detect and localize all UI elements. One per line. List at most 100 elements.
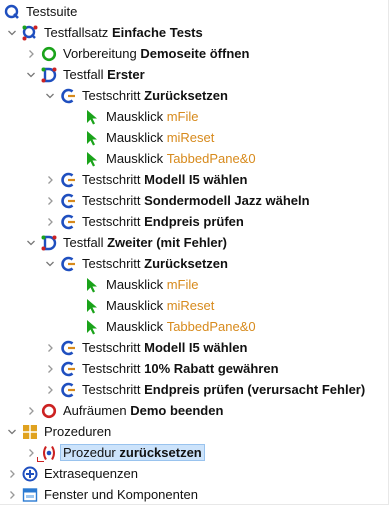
node-prefix: Testfall: [63, 67, 104, 82]
node-target: mFile: [166, 109, 199, 124]
node-label: Extrasequenzen: [44, 466, 138, 481]
tree-node-teststep[interactable]: Testschritt Zurücksetzen: [44, 253, 228, 274]
node-prefix: Prozedur: [63, 445, 116, 460]
node-prefix: Testschritt: [82, 361, 141, 376]
tree-node-procedures[interactable]: Prozeduren: [6, 421, 111, 442]
tree-node-teststep[interactable]: Testschritt Modell I5 wählen: [44, 169, 247, 190]
testcase-set-icon: [22, 25, 38, 41]
node-label: Testsuite: [26, 4, 78, 19]
node-name: Einfache Tests: [111, 25, 203, 40]
chevron-right-icon[interactable]: [25, 405, 37, 417]
tree-node-testcase-2[interactable]: Testfall Zweiter (mit Fehler): [25, 232, 227, 253]
mouse-click-icon: [84, 151, 100, 167]
chevron-right-icon[interactable]: [6, 468, 18, 480]
chevron-right-icon[interactable]: [44, 174, 56, 186]
teststep-icon: [60, 172, 76, 188]
node-name: Modell I5 wählen: [144, 340, 248, 355]
tree-node-mouse-click[interactable]: Mausklick mFile: [84, 106, 198, 127]
node-prefix: Testschritt: [82, 340, 141, 355]
mouse-click-icon: [84, 319, 100, 335]
node-prefix: Testschritt: [82, 382, 141, 397]
node-name: Endpreis prüfen: [144, 214, 244, 229]
node-name: Zurücksetzen: [144, 88, 228, 103]
chevron-right-icon[interactable]: [44, 384, 56, 396]
tree-node-teststep[interactable]: Testschritt Zurücksetzen: [44, 85, 228, 106]
chevron-down-icon[interactable]: [6, 426, 18, 438]
chevron-right-icon[interactable]: [44, 195, 56, 207]
teststep-icon: [60, 340, 76, 356]
tree-node-testcase-1[interactable]: Testfall Erster: [25, 64, 145, 85]
tree-node-teststep[interactable]: Testschritt Sondermodell Jazz wäheln: [44, 190, 310, 211]
node-prefix: Testschritt: [82, 256, 141, 271]
tree-node-testcase-set[interactable]: Testfallsatz Einfache Tests: [6, 22, 203, 43]
procedures-icon: [22, 424, 38, 440]
node-prefix: Mausklick: [106, 319, 164, 334]
chevron-down-icon[interactable]: [44, 90, 56, 102]
node-prefix: Testfall: [63, 235, 104, 250]
node-prefix: Testschritt: [82, 88, 141, 103]
tree-node-teststep[interactable]: Testschritt Endpreis prüfen: [44, 211, 244, 232]
node-name: Modell I5 wählen: [144, 172, 248, 187]
mouse-click-icon: [84, 298, 100, 314]
teststep-icon: [60, 214, 76, 230]
node-label: Prozeduren: [44, 424, 112, 439]
node-prefix: Vorbereitung: [63, 46, 137, 61]
tree-node-teststep[interactable]: Testschritt 10% Rabatt gewähren: [44, 358, 279, 379]
chevron-right-icon[interactable]: [44, 363, 56, 375]
node-prefix: Mausklick: [106, 298, 164, 313]
node-name: Sondermodell Jazz wäheln: [144, 193, 310, 208]
tree-node-mouse-click[interactable]: Mausklick miReset: [84, 295, 214, 316]
tree-node-mouse-click[interactable]: Mausklick miReset: [84, 127, 214, 148]
node-name: zurücksetzen: [119, 445, 202, 460]
node-name: Erster: [107, 67, 145, 82]
node-name: Zurücksetzen: [144, 256, 228, 271]
chevron-down-icon[interactable]: [25, 69, 37, 81]
node-prefix: Mausklick: [106, 151, 164, 166]
mouse-click-icon: [84, 109, 100, 125]
teststep-icon: [60, 256, 76, 272]
error-marker-icon: [37, 457, 44, 462]
testsuite-icon: [4, 4, 20, 20]
teststep-icon: [60, 361, 76, 377]
chevron-down-icon[interactable]: [25, 237, 37, 249]
node-prefix: Mausklick: [106, 130, 164, 145]
node-name: Endpreis prüfen (verursacht Fehler): [144, 382, 366, 397]
tree-node-mouse-click[interactable]: Mausklick TabbedPane&0: [84, 148, 256, 169]
chevron-right-icon[interactable]: [44, 216, 56, 228]
chevron-right-icon[interactable]: [25, 447, 37, 459]
node-name: Demo beenden: [130, 403, 224, 418]
node-name: 10% Rabatt gewähren: [144, 361, 279, 376]
tree-node-mouse-click[interactable]: Mausklick TabbedPane&0: [84, 316, 256, 337]
tree-node-procedure[interactable]: Prozedur zurücksetzen: [25, 442, 205, 463]
tree-node-cleanup[interactable]: Aufräumen Demo beenden: [25, 400, 223, 421]
testcase-icon: [41, 67, 57, 83]
chevron-right-icon[interactable]: [25, 48, 37, 60]
tree-node-teststep[interactable]: Testschritt Endpreis prüfen (verursacht …: [44, 379, 365, 400]
tree-node-extras[interactable]: Extrasequenzen: [6, 463, 138, 484]
tree-node-mouse-click[interactable]: Mausklick mFile: [84, 274, 198, 295]
tree-node-setup[interactable]: Vorbereitung Demoseite öffnen: [25, 43, 249, 64]
node-target: miReset: [166, 130, 215, 145]
teststep-icon: [60, 193, 76, 209]
chevron-down-icon[interactable]: [6, 27, 18, 39]
windows-icon: [22, 487, 38, 503]
tree-node-teststep[interactable]: Testschritt Modell I5 wählen: [44, 337, 247, 358]
extras-icon: [22, 466, 38, 482]
selection-highlight: Prozedur zurücksetzen: [60, 444, 205, 461]
tree-node-testsuite[interactable]: Testsuite: [4, 1, 77, 22]
setup-icon: [41, 46, 57, 62]
chevron-right-icon[interactable]: [6, 489, 18, 501]
tree-node-windows[interactable]: Fenster und Komponenten: [6, 484, 198, 505]
node-prefix: Testschritt: [82, 172, 141, 187]
node-prefix: Testschritt: [82, 214, 141, 229]
node-prefix: Mausklick: [106, 109, 164, 124]
chevron-right-icon[interactable]: [44, 342, 56, 354]
node-target: mFile: [166, 277, 199, 292]
teststep-icon: [60, 88, 76, 104]
chevron-down-icon[interactable]: [44, 258, 56, 270]
node-prefix: Testschritt: [82, 193, 141, 208]
mouse-click-icon: [84, 277, 100, 293]
node-name: Demoseite öffnen: [140, 46, 250, 61]
node-target: TabbedPane&0: [166, 151, 256, 166]
node-name: Zweiter (mit Fehler): [107, 235, 228, 250]
